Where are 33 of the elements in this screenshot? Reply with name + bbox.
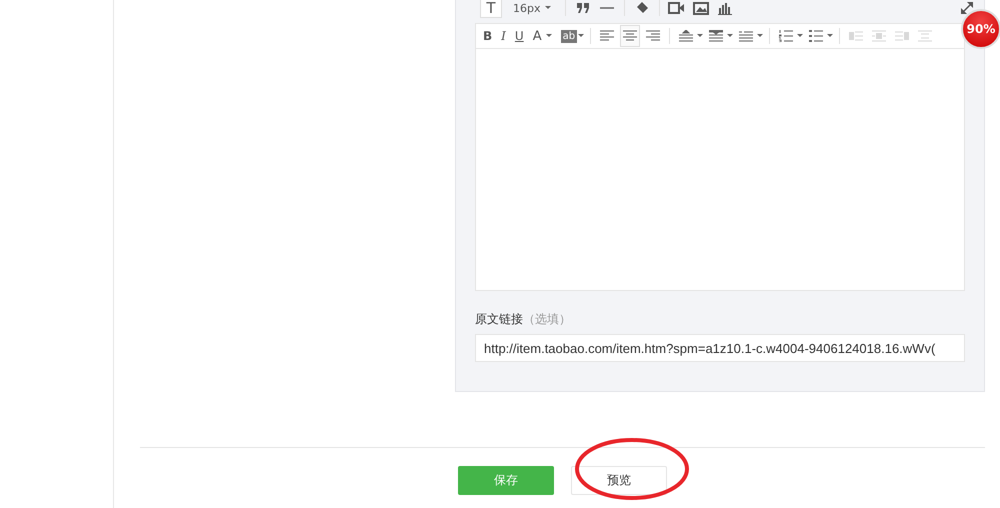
field-label: 原文链接 xyxy=(475,312,523,326)
align-center-icon xyxy=(623,30,638,42)
optional-hint: （选填） xyxy=(523,312,571,326)
text-style-button[interactable]: T xyxy=(480,0,502,18)
highlight-button[interactable]: ab xyxy=(560,30,578,42)
preview-button[interactable]: 预览 xyxy=(571,466,667,495)
bold-button[interactable]: B xyxy=(480,26,496,46)
fullscreen-icon[interactable] xyxy=(961,2,973,14)
video-camera-icon[interactable] xyxy=(668,2,685,14)
underline-button[interactable]: U xyxy=(512,26,527,46)
bar-chart-icon[interactable] xyxy=(718,2,732,14)
url-field[interactable]: http://item.taobao.com/item.htm?spm=a1z10.1-c.w4004-9406124018.16.wWv( xyxy=(475,334,965,362)
quote-icon[interactable] xyxy=(576,2,590,14)
caret-icon xyxy=(546,34,552,38)
caret-icon xyxy=(544,6,550,10)
font-size-dropdown[interactable]: 16px xyxy=(510,0,554,18)
italic-button[interactable]: I xyxy=(498,26,509,46)
caret-icon xyxy=(578,34,584,38)
align-center-button[interactable] xyxy=(620,25,640,47)
bullet-list-icon[interactable] xyxy=(809,30,824,42)
ordered-list-icon[interactable] xyxy=(779,30,794,42)
caret-icon xyxy=(797,34,804,38)
spacing-above-icon[interactable] xyxy=(679,30,694,42)
spacing-below-icon[interactable] xyxy=(709,30,724,42)
line-height-icon[interactable] xyxy=(739,30,754,42)
image-icon[interactable] xyxy=(692,2,708,14)
caret-icon xyxy=(827,34,834,38)
align-right-icon xyxy=(646,30,660,42)
caret-icon xyxy=(757,34,764,38)
align-left-icon xyxy=(600,30,614,42)
caret-icon xyxy=(697,34,704,38)
font-color-button[interactable]: A xyxy=(530,26,545,46)
caret-icon xyxy=(727,34,734,38)
